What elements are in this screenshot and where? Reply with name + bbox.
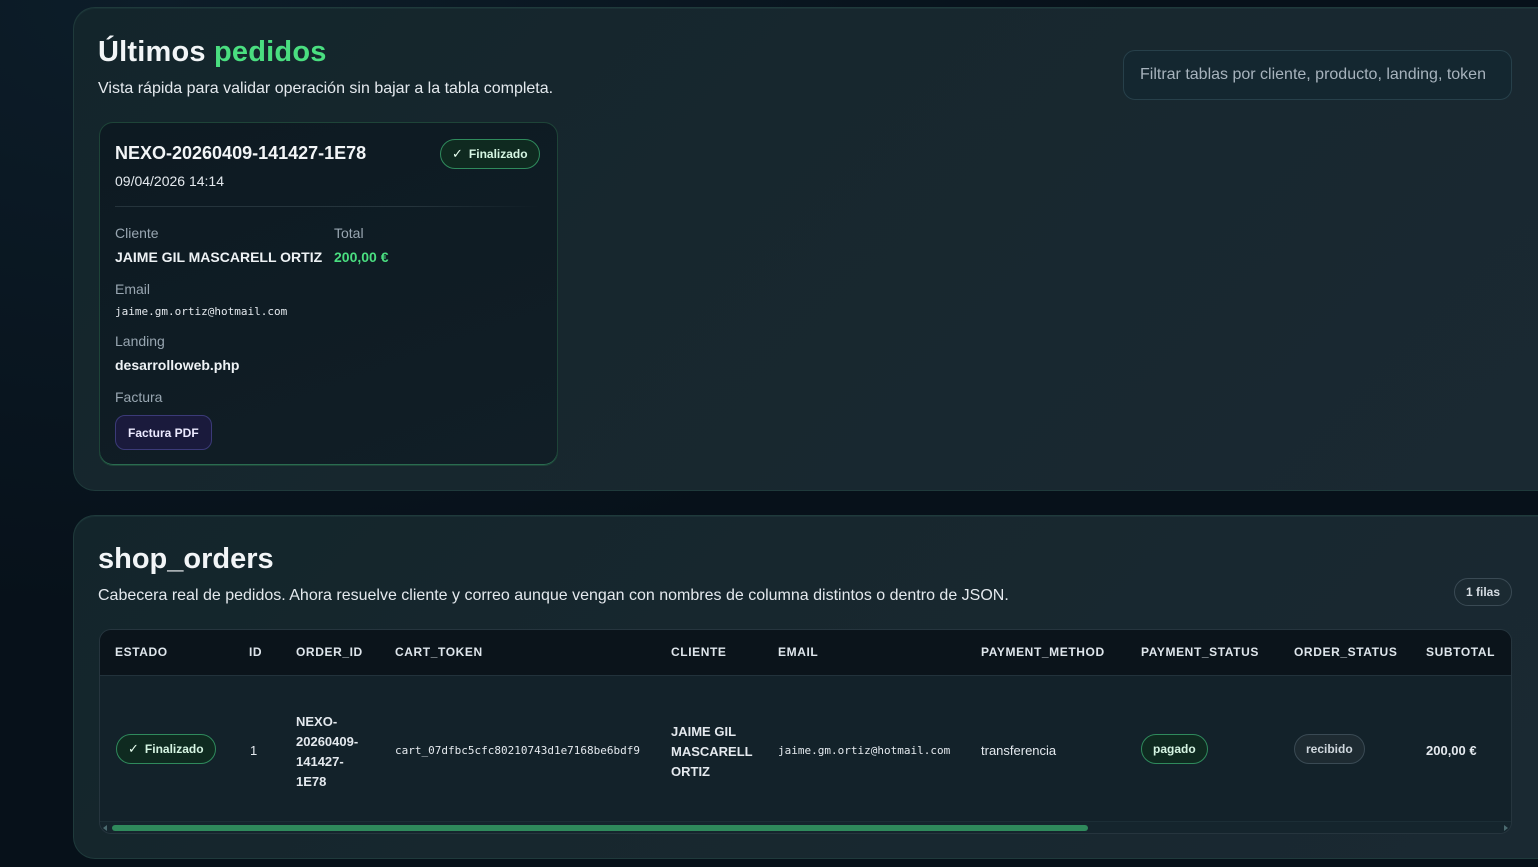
email-value: jaime.gm.ortiz@hotmail.com: [115, 305, 288, 318]
cell-subtotal: 200,00 €: [1426, 743, 1477, 758]
scrollbar-thumb[interactable]: [112, 825, 1088, 831]
shop-orders-subtitle: Cabecera real de pedidos. Ahora resuelve…: [98, 587, 1009, 604]
total-value: 200,00 €: [334, 249, 389, 265]
table-header: ESTADO ID ORDER_ID CART_TOKEN CLIENTE EM…: [100, 630, 1511, 676]
shop-orders-title: shop_orders: [98, 543, 274, 575]
horizontal-scrollbar[interactable]: [100, 821, 1511, 833]
row-status-badge: ✓ Finalizado: [116, 734, 216, 764]
column-header[interactable]: ID: [249, 645, 262, 659]
column-header[interactable]: CART_TOKEN: [395, 645, 483, 659]
cell-id: 1: [250, 743, 258, 758]
column-header[interactable]: ORDER_STATUS: [1294, 645, 1397, 659]
title-accent: pedidos: [214, 36, 327, 68]
email-label: Email: [115, 281, 151, 297]
scroll-left-icon[interactable]: [103, 825, 107, 831]
cell-payment-method: transferencia: [981, 743, 1057, 758]
cell-order-id-line: 20260409-: [296, 734, 359, 749]
card-divider: [115, 206, 540, 207]
column-header[interactable]: ESTADO: [115, 645, 168, 659]
factura-pdf-button[interactable]: Factura PDF: [115, 415, 212, 450]
recent-orders-panel: Últimos pedidos Vista rápida para valida…: [73, 7, 1538, 491]
order-status-pill: recibido: [1294, 734, 1365, 764]
column-header[interactable]: EMAIL: [778, 645, 818, 659]
cliente-value: JAIME GIL MASCARELL ORTIZ: [115, 249, 323, 265]
cell-cliente-line: ORTIZ: [671, 764, 710, 779]
cell-order-id: NEXO- 20260409- 141427- 1E78: [296, 712, 358, 792]
table-row[interactable]: ✓ Finalizado 1 NEXO- 20260409- 141427- 1…: [100, 676, 1511, 822]
cell-cliente-line: MASCARELL: [671, 744, 753, 759]
cell-email: jaime.gm.ortiz@hotmail.com: [778, 744, 951, 757]
row-status-label: Finalizado: [144, 742, 204, 756]
recent-orders-title: Últimos pedidos: [98, 36, 327, 69]
status-badge: ✓ Finalizado: [440, 139, 540, 169]
order-card: NEXO-20260409-141427-1E78 09/04/2026 14:…: [99, 122, 558, 466]
landing-label: Landing: [115, 333, 165, 349]
recent-orders-subtitle: Vista rápida para validar operación sin …: [98, 80, 554, 97]
title-main: Últimos: [98, 36, 206, 68]
status-badge-label: Finalizado: [468, 147, 528, 161]
filter-tables-input[interactable]: [1123, 50, 1512, 100]
card-order-date: 09/04/2026 14:14: [115, 173, 224, 189]
column-header[interactable]: CLIENTE: [671, 645, 727, 659]
cell-cart-token: cart_07dfbc5cfc80210743d1e7168be6bdf9: [395, 744, 641, 757]
cell-order-id-line: 1E78: [296, 774, 327, 789]
landing-value: desarrolloweb.php: [115, 357, 240, 373]
cell-cliente: JAIME GIL MASCARELL ORTIZ: [671, 722, 753, 782]
payment-status-pill: pagado: [1141, 734, 1208, 764]
check-icon: ✓: [452, 146, 463, 161]
cell-order-id-line: NEXO-: [296, 714, 338, 729]
shop-orders-table: ESTADO ID ORDER_ID CART_TOKEN CLIENTE EM…: [99, 629, 1512, 834]
total-label: Total: [334, 225, 364, 241]
factura-label: Factura: [115, 389, 163, 405]
column-header[interactable]: SUBTOTAL: [1426, 645, 1495, 659]
cell-cliente-line: JAIME GIL: [671, 724, 737, 739]
shop-orders-panel: shop_orders Cabecera real de pedidos. Ah…: [73, 515, 1538, 859]
card-order-id: NEXO-20260409-141427-1E78: [115, 143, 367, 163]
cell-order-id-line: 141427-: [296, 754, 344, 769]
check-icon: ✓: [128, 741, 139, 756]
column-header[interactable]: PAYMENT_METHOD: [981, 645, 1105, 659]
column-header[interactable]: PAYMENT_STATUS: [1141, 645, 1259, 659]
rows-count-badge: 1 filas: [1454, 578, 1513, 606]
scroll-right-icon[interactable]: [1504, 825, 1508, 831]
cliente-label: Cliente: [115, 225, 159, 241]
column-header[interactable]: ORDER_ID: [296, 645, 363, 659]
